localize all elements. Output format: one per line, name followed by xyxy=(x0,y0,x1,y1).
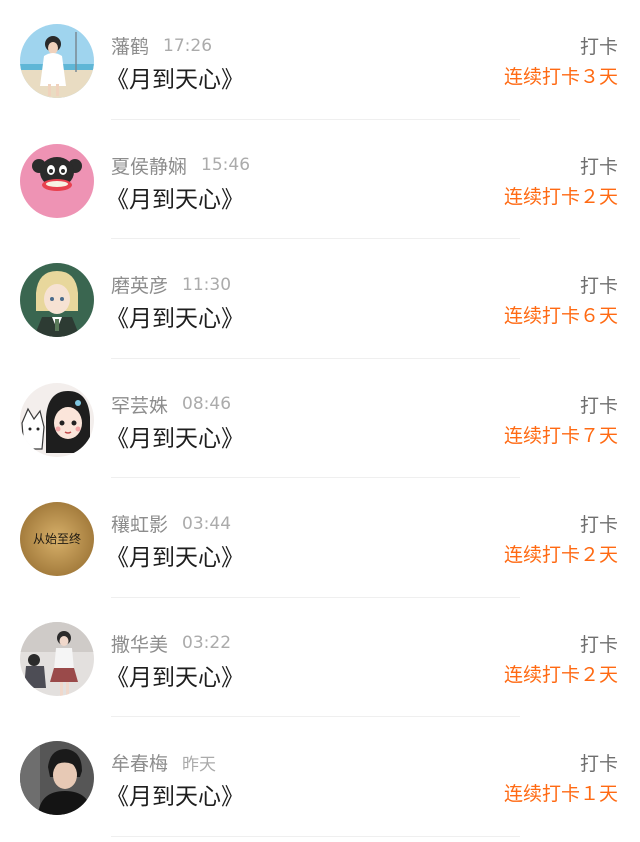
avatar[interactable] xyxy=(20,263,94,337)
list-item[interactable]: 罕芸姝 08:46 《月到天心》 打卡 连续打卡７天 xyxy=(0,359,640,478)
book-title[interactable]: 《月到天心》 xyxy=(106,777,244,811)
couple-photo-avatar-icon xyxy=(20,621,94,696)
avatar[interactable] xyxy=(20,741,94,815)
item-meta: 藩鹤 17:26 xyxy=(111,32,213,59)
check-in-label: 打卡 xyxy=(579,155,618,178)
streak-label: 连续打卡６天 xyxy=(503,305,618,327)
check-in-label: 打卡 xyxy=(579,394,618,417)
check-in-feed: 藩鹤 17:26 《月到天心》 打卡 连续打卡３天 夏侯静娴 15:46 《月到… xyxy=(0,0,640,842)
streak-label: 连续打卡２天 xyxy=(503,185,618,208)
post-time: 17:26 xyxy=(163,35,213,56)
list-item[interactable]: 藩鹤 17:26 《月到天心》 打卡 连续打卡３天 xyxy=(0,0,640,120)
user-name[interactable]: 牟春梅 xyxy=(111,753,168,775)
avatar[interactable]: 从始至终 xyxy=(20,502,94,576)
monkey-avatar-icon xyxy=(20,143,94,218)
streak-label: 连续打卡２天 xyxy=(503,544,618,566)
check-in-label: 打卡 xyxy=(579,36,618,58)
cartoon-girl-cat-avatar-icon xyxy=(20,382,94,457)
book-title[interactable]: 《月到天心》 xyxy=(106,180,244,214)
item-meta: 磨英彦 11:30 xyxy=(111,271,232,298)
book-title[interactable]: 《月到天心》 xyxy=(106,60,244,94)
user-name[interactable]: 夏侯静娴 xyxy=(111,156,187,178)
list-item[interactable]: 从始至终 穰虹影 03:44 《月到天心》 打卡 连续打卡２天 xyxy=(0,478,640,598)
post-time: 15:46 xyxy=(201,155,251,175)
user-name[interactable]: 穰虹影 xyxy=(111,514,168,536)
streak-label: 连续打卡１天 xyxy=(503,783,618,805)
user-name[interactable]: 藩鹤 xyxy=(111,36,149,58)
check-in-label: 打卡 xyxy=(579,633,618,656)
streak-label: 连续打卡２天 xyxy=(503,663,618,686)
post-time: 03:44 xyxy=(182,513,232,534)
item-meta: 撒华美 03:22 xyxy=(111,630,231,656)
avatar-text: 从始至终 xyxy=(33,531,81,546)
user-name[interactable]: 磨英彦 xyxy=(111,275,168,297)
text-badge-avatar-icon: 从始至终 xyxy=(20,502,94,576)
list-item[interactable]: 夏侯静娴 15:46 《月到天心》 打卡 连续打卡２天 xyxy=(0,120,640,239)
book-title[interactable]: 《月到天心》 xyxy=(106,538,244,572)
user-name[interactable]: 罕芸姝 xyxy=(111,395,168,417)
item-meta: 罕芸姝 08:46 xyxy=(111,391,231,417)
avatar[interactable] xyxy=(20,621,94,696)
check-in-label: 打卡 xyxy=(579,275,618,297)
item-meta: 穰虹影 03:44 xyxy=(111,510,232,537)
avatar[interactable] xyxy=(20,24,94,98)
post-time: 08:46 xyxy=(182,394,232,414)
streak-label: 连续打卡３天 xyxy=(503,66,618,88)
avatar[interactable] xyxy=(20,143,94,218)
list-item[interactable]: 磨英彦 11:30 《月到天心》 打卡 连续打卡６天 xyxy=(0,239,640,359)
item-meta: 牟春梅 昨天 xyxy=(111,749,216,775)
check-in-label: 打卡 xyxy=(579,753,618,775)
post-time: 11:30 xyxy=(182,274,232,295)
post-time: 03:22 xyxy=(182,633,232,653)
book-title[interactable]: 《月到天心》 xyxy=(106,299,244,333)
girl-beach-avatar-icon xyxy=(20,24,94,98)
divider xyxy=(111,835,520,837)
boy-portrait-avatar-icon xyxy=(20,741,94,815)
user-name[interactable]: 撒华美 xyxy=(111,634,168,656)
book-title[interactable]: 《月到天心》 xyxy=(106,658,244,692)
book-title[interactable]: 《月到天心》 xyxy=(106,419,244,453)
anime-boy-avatar-icon xyxy=(20,263,94,337)
avatar[interactable] xyxy=(20,382,94,457)
post-time: 昨天 xyxy=(182,755,217,775)
check-in-label: 打卡 xyxy=(579,514,618,536)
list-item[interactable]: 牟春梅 昨天 《月到天心》 打卡 连续打卡１天 xyxy=(0,717,640,837)
streak-label: 连续打卡７天 xyxy=(503,424,618,447)
item-meta: 夏侯静娴 15:46 xyxy=(111,152,250,178)
list-item[interactable]: 撒华美 03:22 《月到天心》 打卡 连续打卡２天 xyxy=(0,598,640,717)
